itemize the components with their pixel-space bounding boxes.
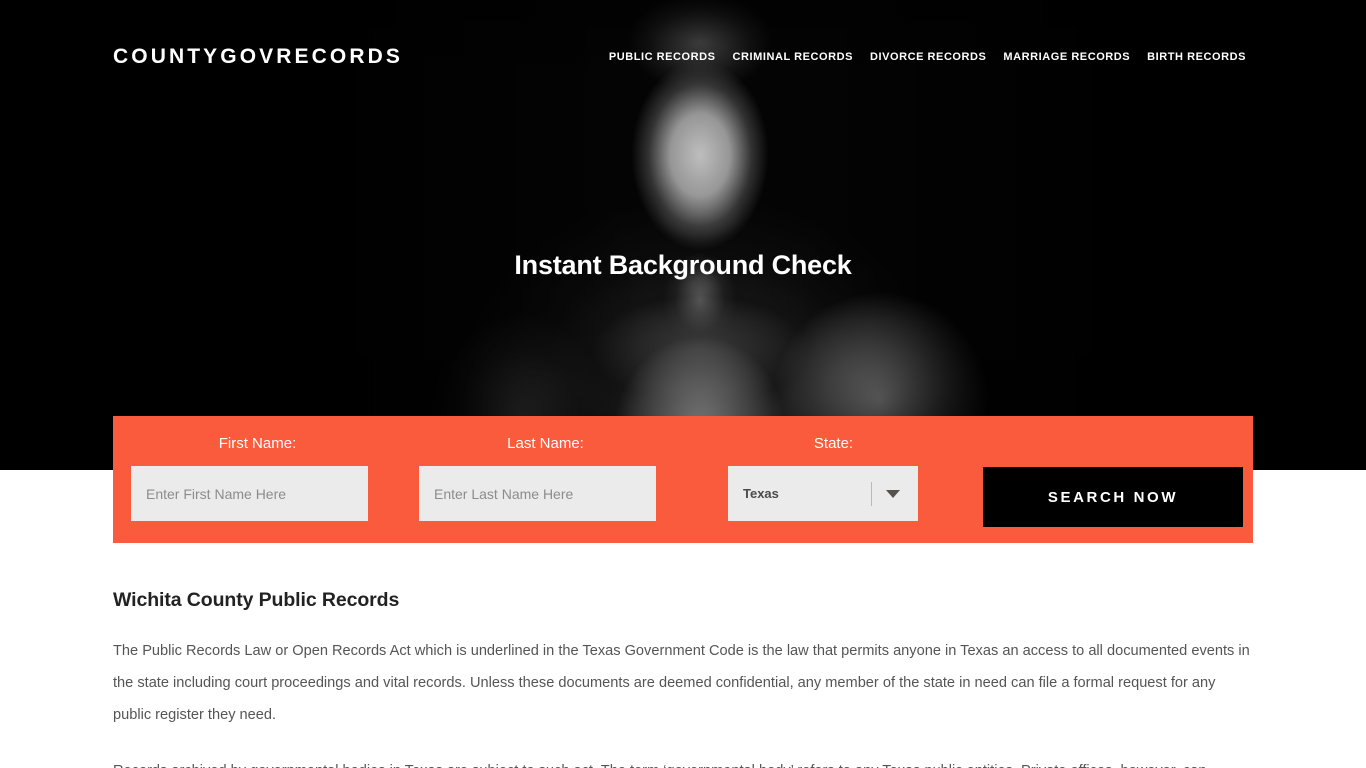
nav-item-criminal-records[interactable]: CRIMINAL RECORDS (733, 51, 853, 63)
search-now-button[interactable]: SEARCH NOW (983, 467, 1243, 527)
first-name-label: First Name: (218, 435, 297, 452)
nav-item-divorce-records[interactable]: DIVORCE RECORDS (870, 51, 986, 63)
state-selected-value: Texas (743, 486, 779, 501)
site-header: COUNTYGOVRECORDS PUBLIC RECORDS CRIMINAL… (0, 0, 1366, 116)
page-title: Wichita County Public Records (113, 589, 400, 611)
first-name-input[interactable] (131, 466, 368, 521)
main-content: Wichita County Public Records The Public… (113, 589, 1253, 768)
page-root: COUNTYGOVRECORDS PUBLIC RECORDS CRIMINAL… (0, 0, 1366, 768)
nav-item-marriage-records[interactable]: MARRIAGE RECORDS (1003, 51, 1130, 63)
last-name-label: Last Name: (507, 435, 584, 452)
hero-title: Instant Background Check (514, 250, 852, 280)
content-paragraph-1: The Public Records Law or Open Records A… (113, 643, 1250, 723)
main-navigation: PUBLIC RECORDS CRIMINAL RECORDS DIVORCE … (609, 51, 1246, 63)
search-form: First Name: Last Name: State: Texas SEAR… (113, 416, 1253, 543)
state-label: State: (813, 435, 854, 452)
last-name-input[interactable] (419, 466, 656, 521)
state-select[interactable]: Texas (728, 466, 918, 521)
select-separator (871, 481, 872, 506)
content-paragraph-2: Records archived by governmental bodies … (113, 755, 1253, 768)
nav-item-public-records[interactable]: PUBLIC RECORDS (609, 51, 716, 63)
site-logo[interactable]: COUNTYGOVRECORDS (113, 45, 403, 69)
nav-item-birth-records[interactable]: BIRTH RECORDS (1147, 51, 1246, 63)
chevron-down-icon (886, 489, 900, 498)
